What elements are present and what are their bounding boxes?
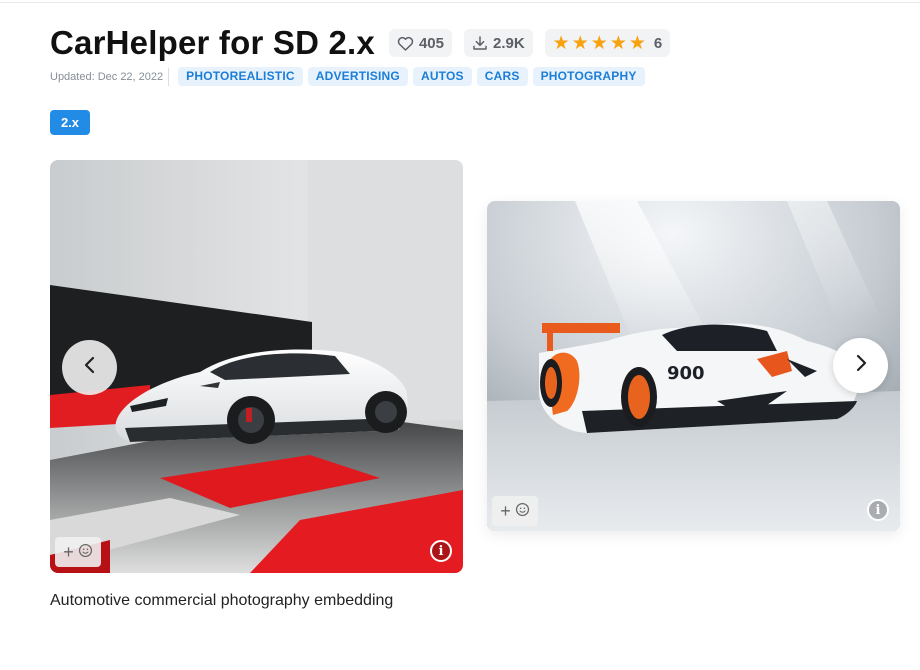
plus-icon: + (500, 500, 511, 521)
info-icon[interactable]: i (430, 540, 452, 562)
add-reaction-button[interactable]: + (492, 496, 538, 526)
rating-stat[interactable]: ★ ★ ★ ★ ★ 6 (544, 29, 671, 57)
star-icon: ★ (609, 32, 627, 54)
smiley-icon (515, 501, 530, 522)
download-icon (472, 35, 488, 51)
meta-row: Updated: Dec 22, 2022 PHOTOREALISTIC ADV… (50, 67, 645, 86)
star-icon: ★ (628, 32, 646, 54)
model-description: Automotive commercial photography embedd… (50, 592, 394, 609)
header-divider (0, 2, 920, 3)
like-stat[interactable]: 405 (388, 29, 452, 57)
heart-icon (397, 36, 414, 51)
download-count: 2.9K (492, 34, 525, 52)
version-badge[interactable]: 2.x (50, 110, 90, 135)
star-icon: ★ (590, 32, 608, 54)
star-icon: ★ (552, 32, 570, 54)
svg-text:900: 900 (667, 363, 705, 384)
rating-count: 6 (653, 34, 663, 52)
download-stat[interactable]: 2.9K (463, 29, 533, 57)
add-reaction-button[interactable]: + (55, 537, 101, 567)
plus-icon: + (63, 541, 74, 562)
tag-advertising[interactable]: ADVERTISING (307, 67, 408, 86)
chevron-right-icon (854, 354, 868, 377)
carousel-next-button[interactable] (833, 338, 888, 393)
tag-photorealistic[interactable]: PHOTOREALISTIC (178, 67, 303, 86)
tag-autos[interactable]: AUTOS (412, 67, 472, 86)
like-count: 405 (418, 34, 444, 52)
rating-stars: ★ ★ ★ ★ ★ (553, 34, 646, 53)
info-icon[interactable]: i (867, 499, 889, 521)
smiley-icon (78, 542, 93, 563)
tag-cars[interactable]: CARS (476, 67, 528, 86)
tag-photography[interactable]: PHOTOGRAPHY (532, 67, 645, 86)
divider (168, 67, 170, 86)
chevron-left-icon (83, 356, 97, 379)
star-icon: ★ (571, 32, 589, 54)
updated-date: Updated: Dec 22, 2022 (50, 70, 164, 83)
model-header: CarHelper for SD 2.x 405 2.9K ★ ★ ★ ★ ★ … (50, 22, 671, 64)
carousel-prev-button[interactable] (62, 340, 117, 395)
page-title: CarHelper for SD 2.x (50, 24, 375, 61)
